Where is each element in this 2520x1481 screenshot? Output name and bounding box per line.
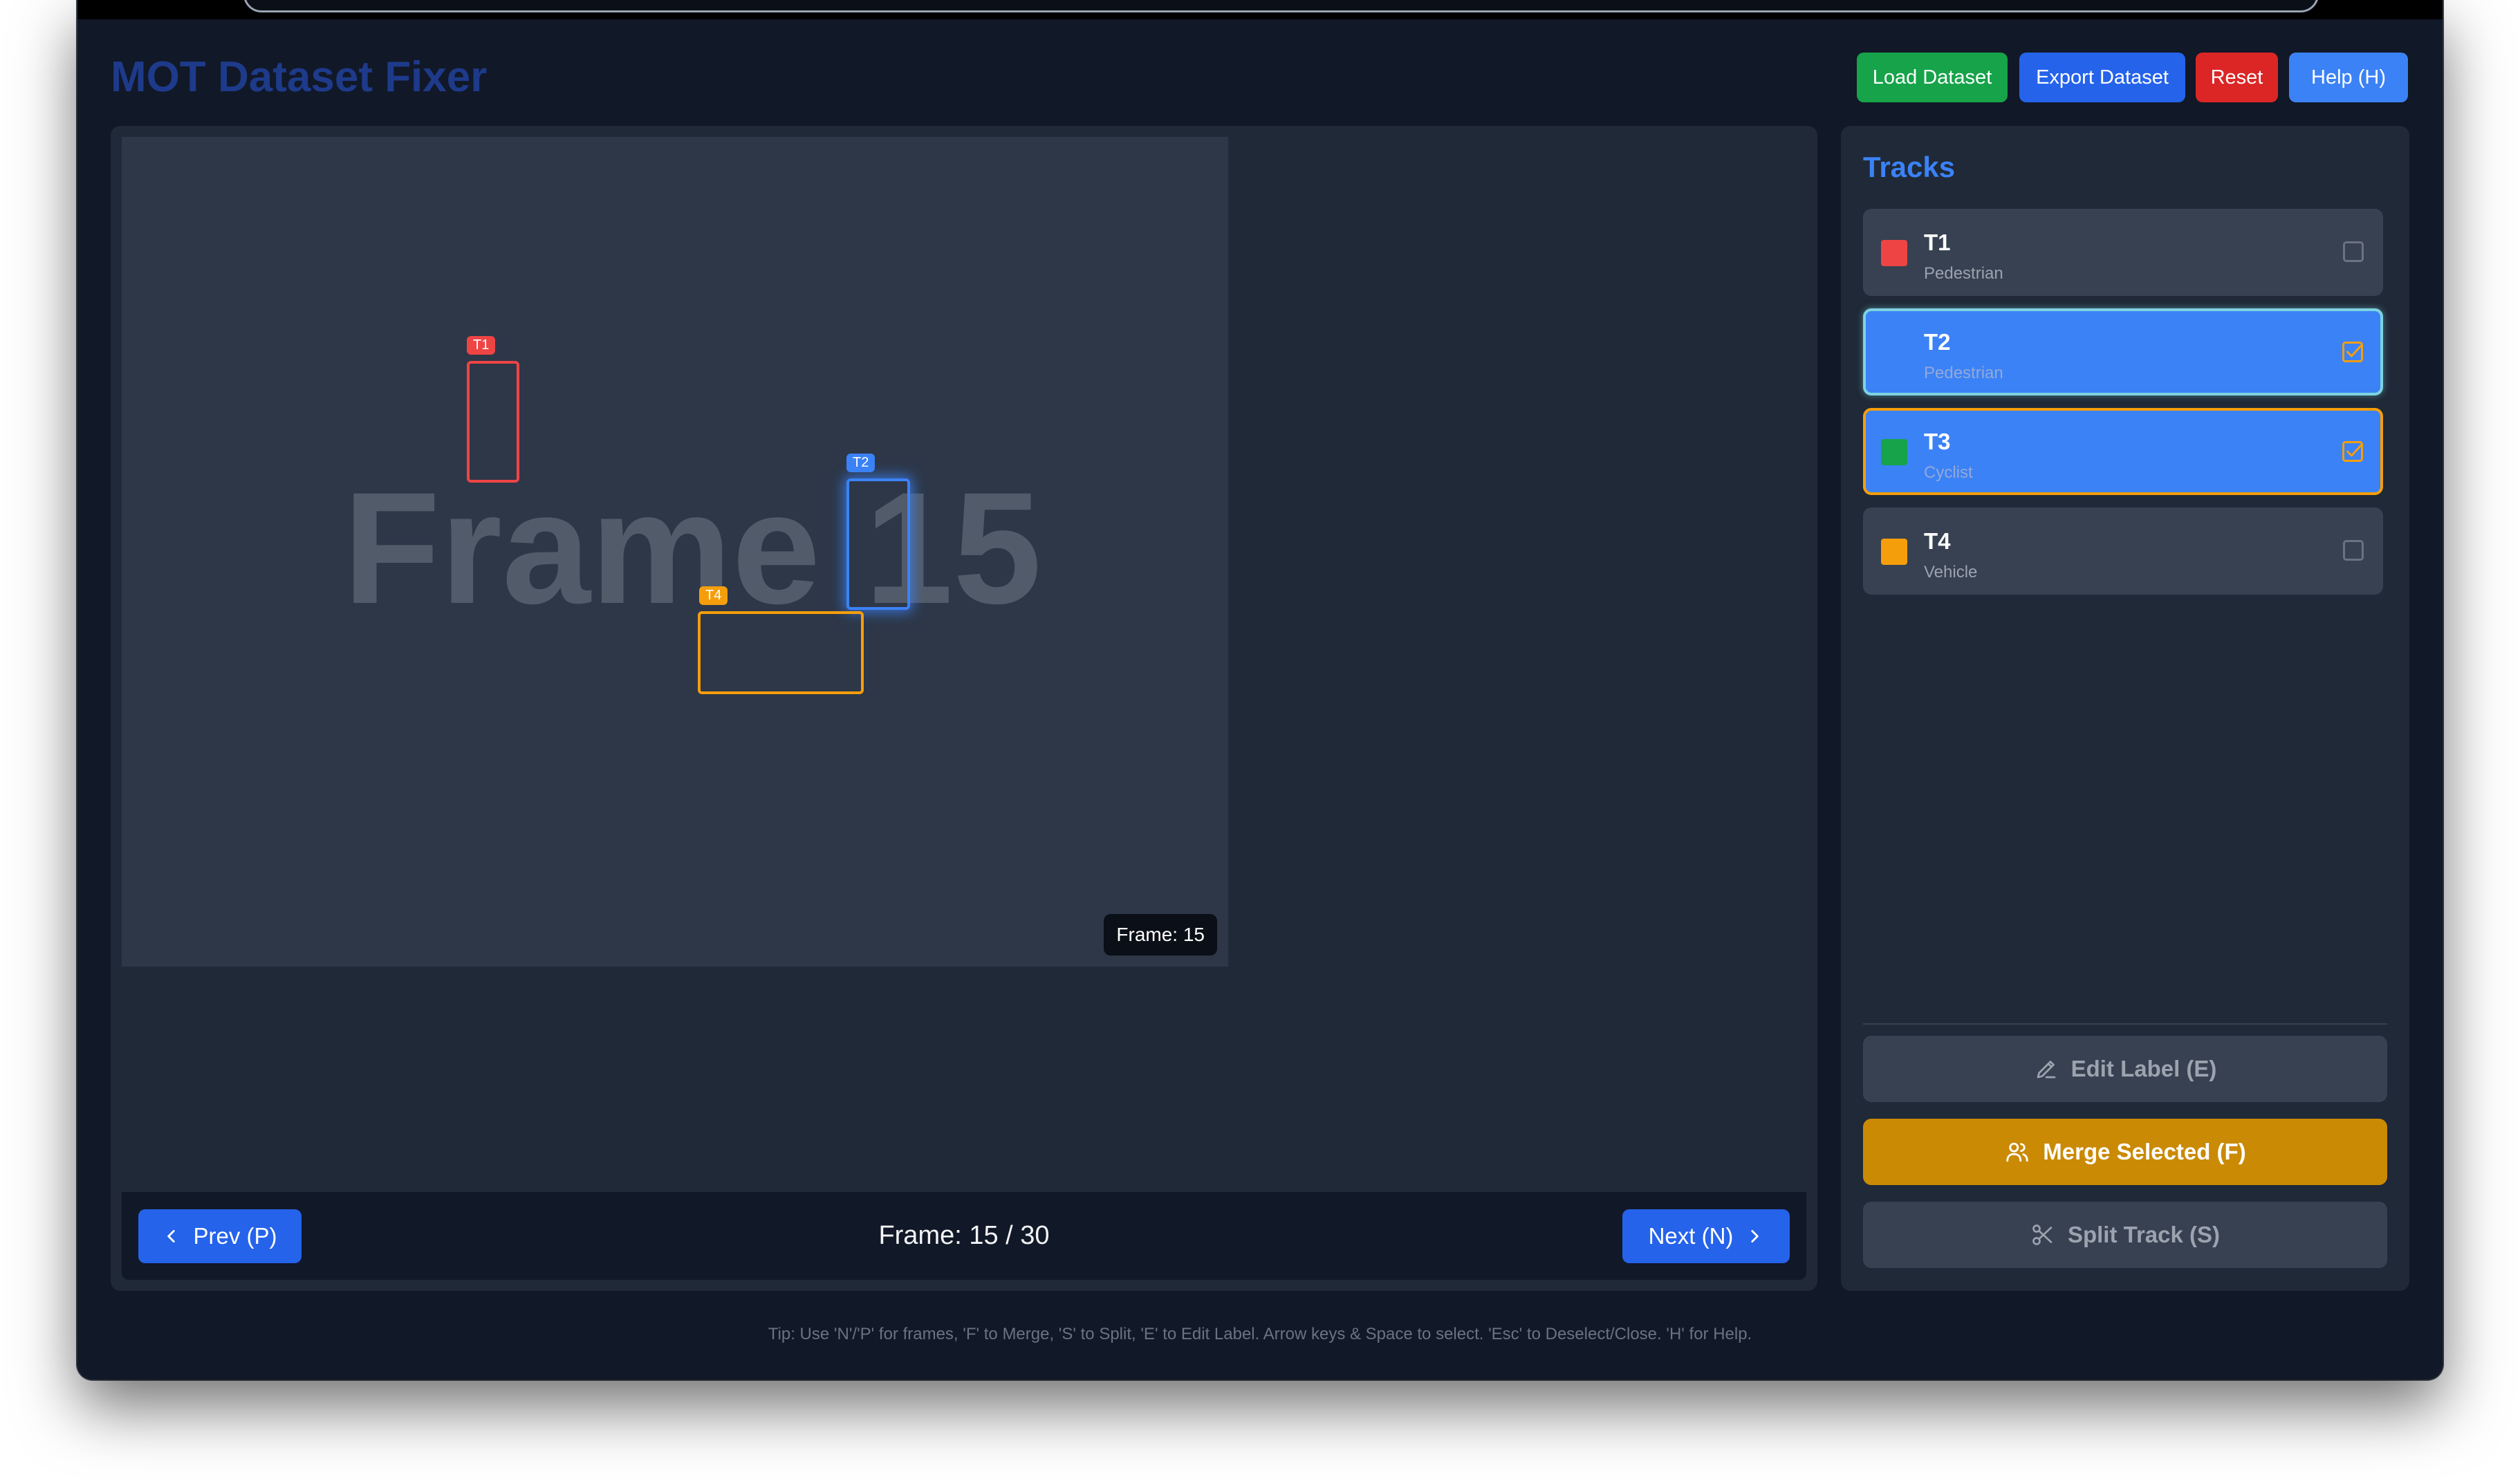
track-checkbox[interactable] (2343, 241, 2364, 262)
tracks-title: Tracks (1863, 151, 1956, 183)
editor-panel: Frame 15 T1 T2 T4 Frame: 15 Frame: 15 / … (111, 126, 1817, 1291)
prev-frame-label: Prev (P) (193, 1223, 277, 1249)
bbox-t1[interactable] (467, 361, 519, 483)
frame-navigation: Frame: 15 / 30 Prev (P) Next (N) (122, 1192, 1806, 1280)
scissors-icon (2032, 1224, 2053, 1245)
edit-label-button[interactable]: Edit Label (E) (1863, 1036, 2387, 1102)
track-class: Vehicle (1924, 563, 1978, 581)
actions-divider (1863, 1023, 2387, 1025)
track-checkbox[interactable] (2343, 540, 2364, 561)
frame-counter-text: Frame: 15 / 30 (878, 1221, 1050, 1250)
help-button[interactable]: Help (H) (2289, 53, 2408, 102)
app-window: MOT Dataset Fixer Load Dataset Export Da… (77, 0, 2443, 1379)
split-track-button[interactable]: Split Track (S) (1863, 1202, 2387, 1268)
track-class: Pedestrian (1924, 364, 2003, 382)
track-item-t4[interactable]: T4 Vehicle (1863, 507, 2383, 595)
app-title: MOT Dataset Fixer (111, 53, 488, 101)
checked-checkbox-icon[interactable] (2340, 439, 2365, 467)
next-frame-label: Next (N) (1648, 1223, 1734, 1249)
load-dataset-button[interactable]: Load Dataset (1857, 53, 2008, 102)
bbox-tag-t4: T4 (699, 586, 728, 605)
frame-counter: Frame: 15 / 30 (122, 1192, 1806, 1280)
frame-watermark: Frame 15 (343, 459, 1042, 637)
track-id: T3 (1924, 429, 1951, 454)
checked-checkbox-icon[interactable] (2340, 339, 2365, 368)
tracks-panel: Tracks T1 Pedestrian T2 Pedestrian T3 Cy… (1841, 126, 2409, 1291)
pencil-icon (2037, 1061, 2055, 1079)
track-color-swatch (1881, 240, 1907, 266)
track-id: T2 (1924, 329, 1951, 355)
chevron-right-icon (1751, 1230, 1759, 1242)
split-track-text: Split Track (S) (2067, 1222, 2221, 1247)
track-class: Cyclist (1924, 463, 1973, 482)
frame-canvas[interactable]: Frame 15 T1 T2 T4 Frame: 15 (122, 137, 1228, 967)
merge-selected-button[interactable]: Merge Selected (F) (1863, 1119, 2387, 1185)
track-color-swatch (1881, 439, 1907, 465)
merge-selected-text: Merge Selected (F) (2043, 1139, 2246, 1164)
bbox-tag-t2: T2 (846, 454, 875, 472)
keyboard-tip: Tip: Use 'N'/'P' for frames, 'F' to Merg… (768, 1325, 1752, 1343)
bbox-t4[interactable] (698, 611, 864, 694)
track-item-t1[interactable]: T1 Pedestrian (1863, 209, 2383, 296)
bbox-tag-t1: T1 (467, 336, 496, 355)
export-dataset-button[interactable]: Export Dataset (2019, 53, 2185, 102)
track-color-swatch (1881, 339, 1907, 366)
track-id: T4 (1924, 528, 1951, 554)
bbox-t2[interactable] (846, 478, 910, 610)
address-bar[interactable] (243, 0, 2319, 12)
track-item-t3[interactable]: T3 Cyclist (1863, 408, 2383, 495)
track-class: Pedestrian (1924, 264, 2003, 283)
track-item-t2[interactable]: T2 Pedestrian (1863, 308, 2383, 395)
track-id: T1 (1924, 230, 1951, 255)
edit-label-text: Edit Label (E) (2070, 1056, 2217, 1081)
frame-badge: Frame: 15 (1104, 914, 1217, 956)
track-color-swatch (1881, 539, 1907, 565)
reset-button[interactable]: Reset (2196, 53, 2278, 102)
prev-frame-button[interactable]: Prev (P) (138, 1209, 302, 1263)
users-icon (2006, 1142, 2028, 1162)
next-frame-button[interactable]: Next (N) (1622, 1209, 1790, 1263)
chevron-left-icon (167, 1230, 176, 1242)
